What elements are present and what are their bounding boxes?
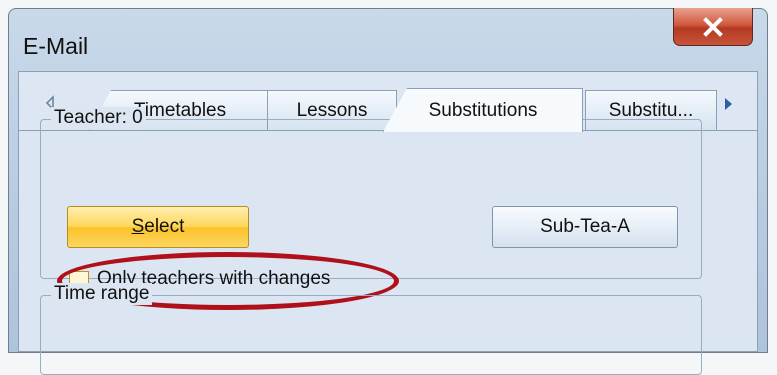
select-label: elect: [144, 216, 185, 237]
email-dialog: E-Mail Timetables Lessons Substitutions …: [8, 8, 768, 375]
window-title: E-Mail: [23, 33, 89, 59]
title-bar[interactable]: E-Mail: [9, 8, 767, 71]
select-button[interactable]: Select: [67, 206, 249, 248]
tab-scroll-right-icon[interactable]: [723, 96, 733, 112]
teacher-group: Teacher: 0: [40, 107, 702, 279]
teacher-group-label: Teacher: 0: [51, 107, 146, 129]
time-range-label: Time range: [51, 283, 153, 305]
close-button[interactable]: [673, 8, 753, 46]
sub-tea-button[interactable]: Sub-Tea-A: [492, 206, 678, 248]
close-icon: [703, 16, 723, 37]
tab-substitutions[interactable]: Substitutions: [383, 88, 583, 132]
select-accel: S: [131, 216, 145, 237]
time-range-group: Time range: [40, 283, 702, 375]
